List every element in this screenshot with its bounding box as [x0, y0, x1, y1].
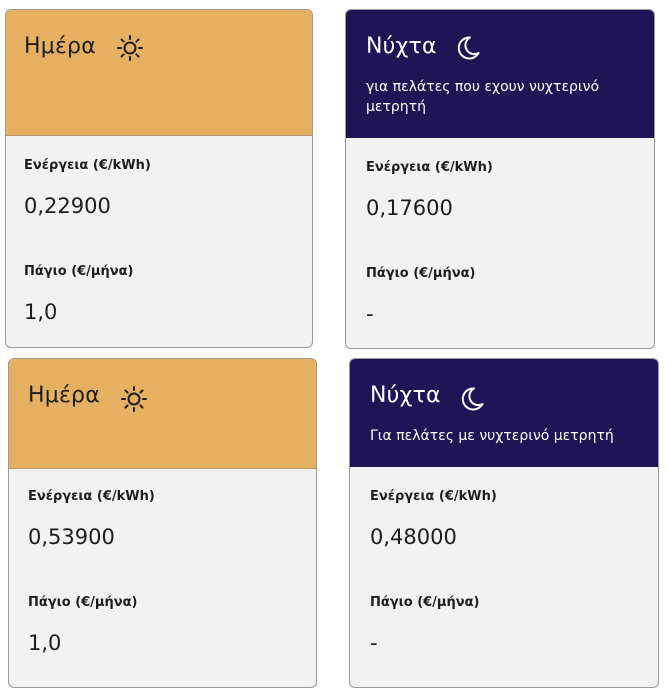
energy-label: Ενέργεια (€/kWh): [28, 489, 155, 504]
fee-label: Πάγιο (€/μήνα): [24, 264, 134, 279]
sun-icon: [121, 386, 147, 412]
sun-icon: [117, 35, 143, 61]
card-header-day: Ημέρα: [6, 10, 312, 136]
card-subtitle: για πελάτες που εχουν νυχτερινό μετρητή: [366, 79, 600, 115]
energy-label: Ενέργεια (€/kWh): [370, 489, 497, 504]
card-header-night: Νύχτα Για πελάτες με νυχτερινό μετρητή: [350, 359, 658, 467]
energy-label: Ενέργεια (€/kWh): [366, 160, 493, 175]
tariff-card-day-2: Ημέρα Ενέργεια (€/kWh) 0,53900 Πάγιο (€/…: [8, 358, 317, 688]
card-title: Ημέρα: [28, 383, 100, 408]
energy-value: 0,17600: [366, 196, 453, 220]
card-title: Νύχτα: [370, 383, 441, 408]
tariff-card-night-1: Νύχτα για πελάτες που εχουν νυχτερινό με…: [345, 9, 655, 349]
card-title: Ημέρα: [24, 34, 96, 59]
tariff-card-night-2: Νύχτα Για πελάτες με νυχτερινό μετρητή Ε…: [349, 358, 659, 688]
tariff-card-day-1: Ημέρα Ενέργεια (€/kWh) 0,22900 Πάγιο (€/…: [5, 9, 313, 348]
energy-value: 0,48000: [370, 525, 457, 549]
card-title: Νύχτα: [366, 34, 437, 59]
energy-label: Ενέργεια (€/kWh): [24, 158, 151, 173]
card-header-night: Νύχτα για πελάτες που εχουν νυχτερινό με…: [346, 10, 654, 138]
moon-icon: [461, 387, 484, 411]
energy-value: 0,53900: [28, 525, 115, 549]
fee-value: -: [370, 631, 378, 655]
fee-value: -: [366, 302, 374, 326]
moon-icon: [457, 36, 480, 60]
card-header-day: Ημέρα: [9, 359, 316, 469]
fee-value: 1,0: [24, 300, 58, 324]
fee-label: Πάγιο (€/μήνα): [370, 595, 480, 610]
fee-value: 1,0: [28, 631, 62, 655]
fee-label: Πάγιο (€/μήνα): [28, 595, 138, 610]
fee-label: Πάγιο (€/μήνα): [366, 266, 476, 281]
energy-value: 0,22900: [24, 194, 111, 218]
card-subtitle: Για πελάτες με νυχτερινό μετρητή: [370, 428, 614, 444]
